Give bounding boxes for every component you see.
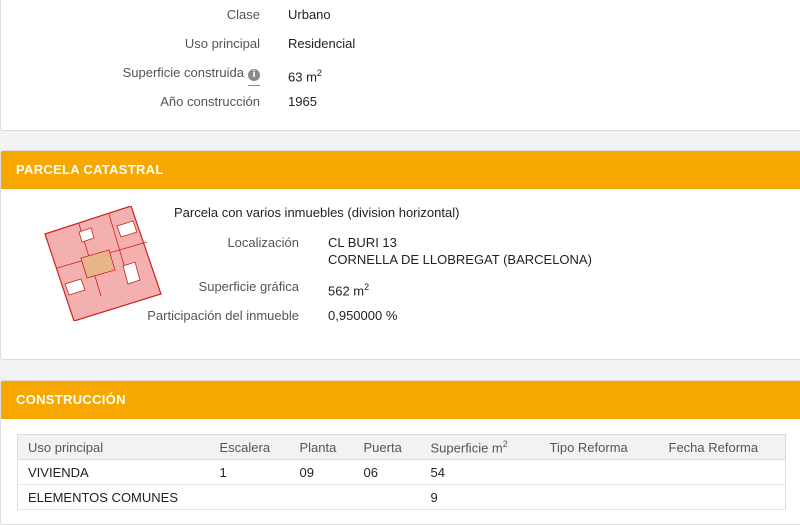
superficie-grafica-value: 562 m2 xyxy=(328,278,369,300)
localizacion-label: Localización xyxy=(227,235,299,250)
cell-fecha-reforma xyxy=(658,484,786,510)
cell-planta xyxy=(289,484,354,510)
uso-principal-row: Uso principal Residencial xyxy=(1,34,800,54)
parcela-header: PARCELA CATASTRAL xyxy=(1,151,800,189)
superficie-construida-unit-sup: 2 xyxy=(316,68,322,78)
cell-tipo-reforma xyxy=(539,459,659,485)
localizacion-line2: CORNELLA DE LLOBREGAT (BARCELONA) xyxy=(328,252,592,267)
cell-uso: ELEMENTOS COMUNES xyxy=(17,484,210,510)
table-row: VIVIENDA 1 09 06 54 xyxy=(17,459,786,485)
superficie-grafica-number: 562 m xyxy=(328,283,365,299)
col-superficie-sup: 2 xyxy=(502,438,508,449)
clase-row: Clase Urbano xyxy=(1,5,800,25)
participacion-label: Participación del inmueble xyxy=(147,308,299,323)
parcela-panel: PARCELA CATASTRAL Parcela con varios inm… xyxy=(0,150,800,360)
superficie-construida-number: 63 m xyxy=(288,69,317,85)
col-superficie-text: Superficie m xyxy=(430,440,503,456)
localizacion-line1: CL BURI 13 xyxy=(328,235,397,250)
col-puerta: Puerta xyxy=(353,434,421,460)
table-header-row: Uso principal Escalera Planta Puerta Sup… xyxy=(17,434,786,460)
cell-superficie: 54 xyxy=(420,459,540,485)
cell-puerta xyxy=(353,484,421,510)
cell-superficie: 9 xyxy=(420,484,540,510)
ano-construccion-label: Año construcción xyxy=(160,94,260,109)
cell-fecha-reforma xyxy=(658,459,786,485)
ano-construccion-value: 1965 xyxy=(288,94,317,109)
superficie-construida-label: Superficie construida i xyxy=(122,63,260,86)
superficie-grafica-unit-sup: 2 xyxy=(364,282,370,292)
clase-value: Urbano xyxy=(288,7,331,22)
col-escalera: Escalera xyxy=(209,434,290,460)
superficie-construida-value: 63 m2 xyxy=(288,63,322,87)
participacion-value: 0,950000 % xyxy=(328,308,398,323)
inmueble-panel: Clase Urbano Uso principal Residencial S… xyxy=(0,0,800,131)
cell-uso: VIVIENDA xyxy=(17,459,210,485)
col-tipo-reforma: Tipo Reforma xyxy=(539,434,659,460)
clase-label: Clase xyxy=(226,7,260,22)
cell-escalera xyxy=(209,484,290,510)
parcel-shape xyxy=(44,206,162,321)
col-uso-principal: Uso principal xyxy=(17,434,210,460)
superficie-grafica-label: Superficie gráfica xyxy=(198,279,299,294)
construccion-panel: CONSTRUCCIÓN Uso principal Escalera Plan… xyxy=(0,380,800,525)
col-superficie: Superficie m2 xyxy=(420,434,540,460)
parcel-map[interactable] xyxy=(43,206,163,321)
ano-construccion-row: Año construcción 1965 xyxy=(1,92,800,112)
superficie-construida-row: Superficie construida i 63 m2 xyxy=(1,63,800,86)
col-fecha-reforma: Fecha Reforma xyxy=(658,434,786,460)
col-planta: Planta xyxy=(289,434,354,460)
info-icon[interactable]: i xyxy=(248,69,260,81)
cell-planta: 09 xyxy=(289,459,354,485)
parcela-description: Parcela con varios inmuebles (division h… xyxy=(174,205,460,220)
cell-escalera: 1 xyxy=(209,459,290,485)
construccion-table: Uso principal Escalera Planta Puerta Sup… xyxy=(17,434,786,510)
info-link[interactable]: i xyxy=(244,63,260,86)
cell-tipo-reforma xyxy=(539,484,659,510)
construccion-header: CONSTRUCCIÓN xyxy=(1,381,800,419)
table-row: ELEMENTOS COMUNES 9 xyxy=(17,484,786,510)
uso-principal-value: Residencial xyxy=(288,36,356,51)
uso-principal-label: Uso principal xyxy=(184,36,260,51)
cell-puerta: 06 xyxy=(353,459,421,485)
superficie-construida-text: Superficie construida xyxy=(122,65,244,80)
